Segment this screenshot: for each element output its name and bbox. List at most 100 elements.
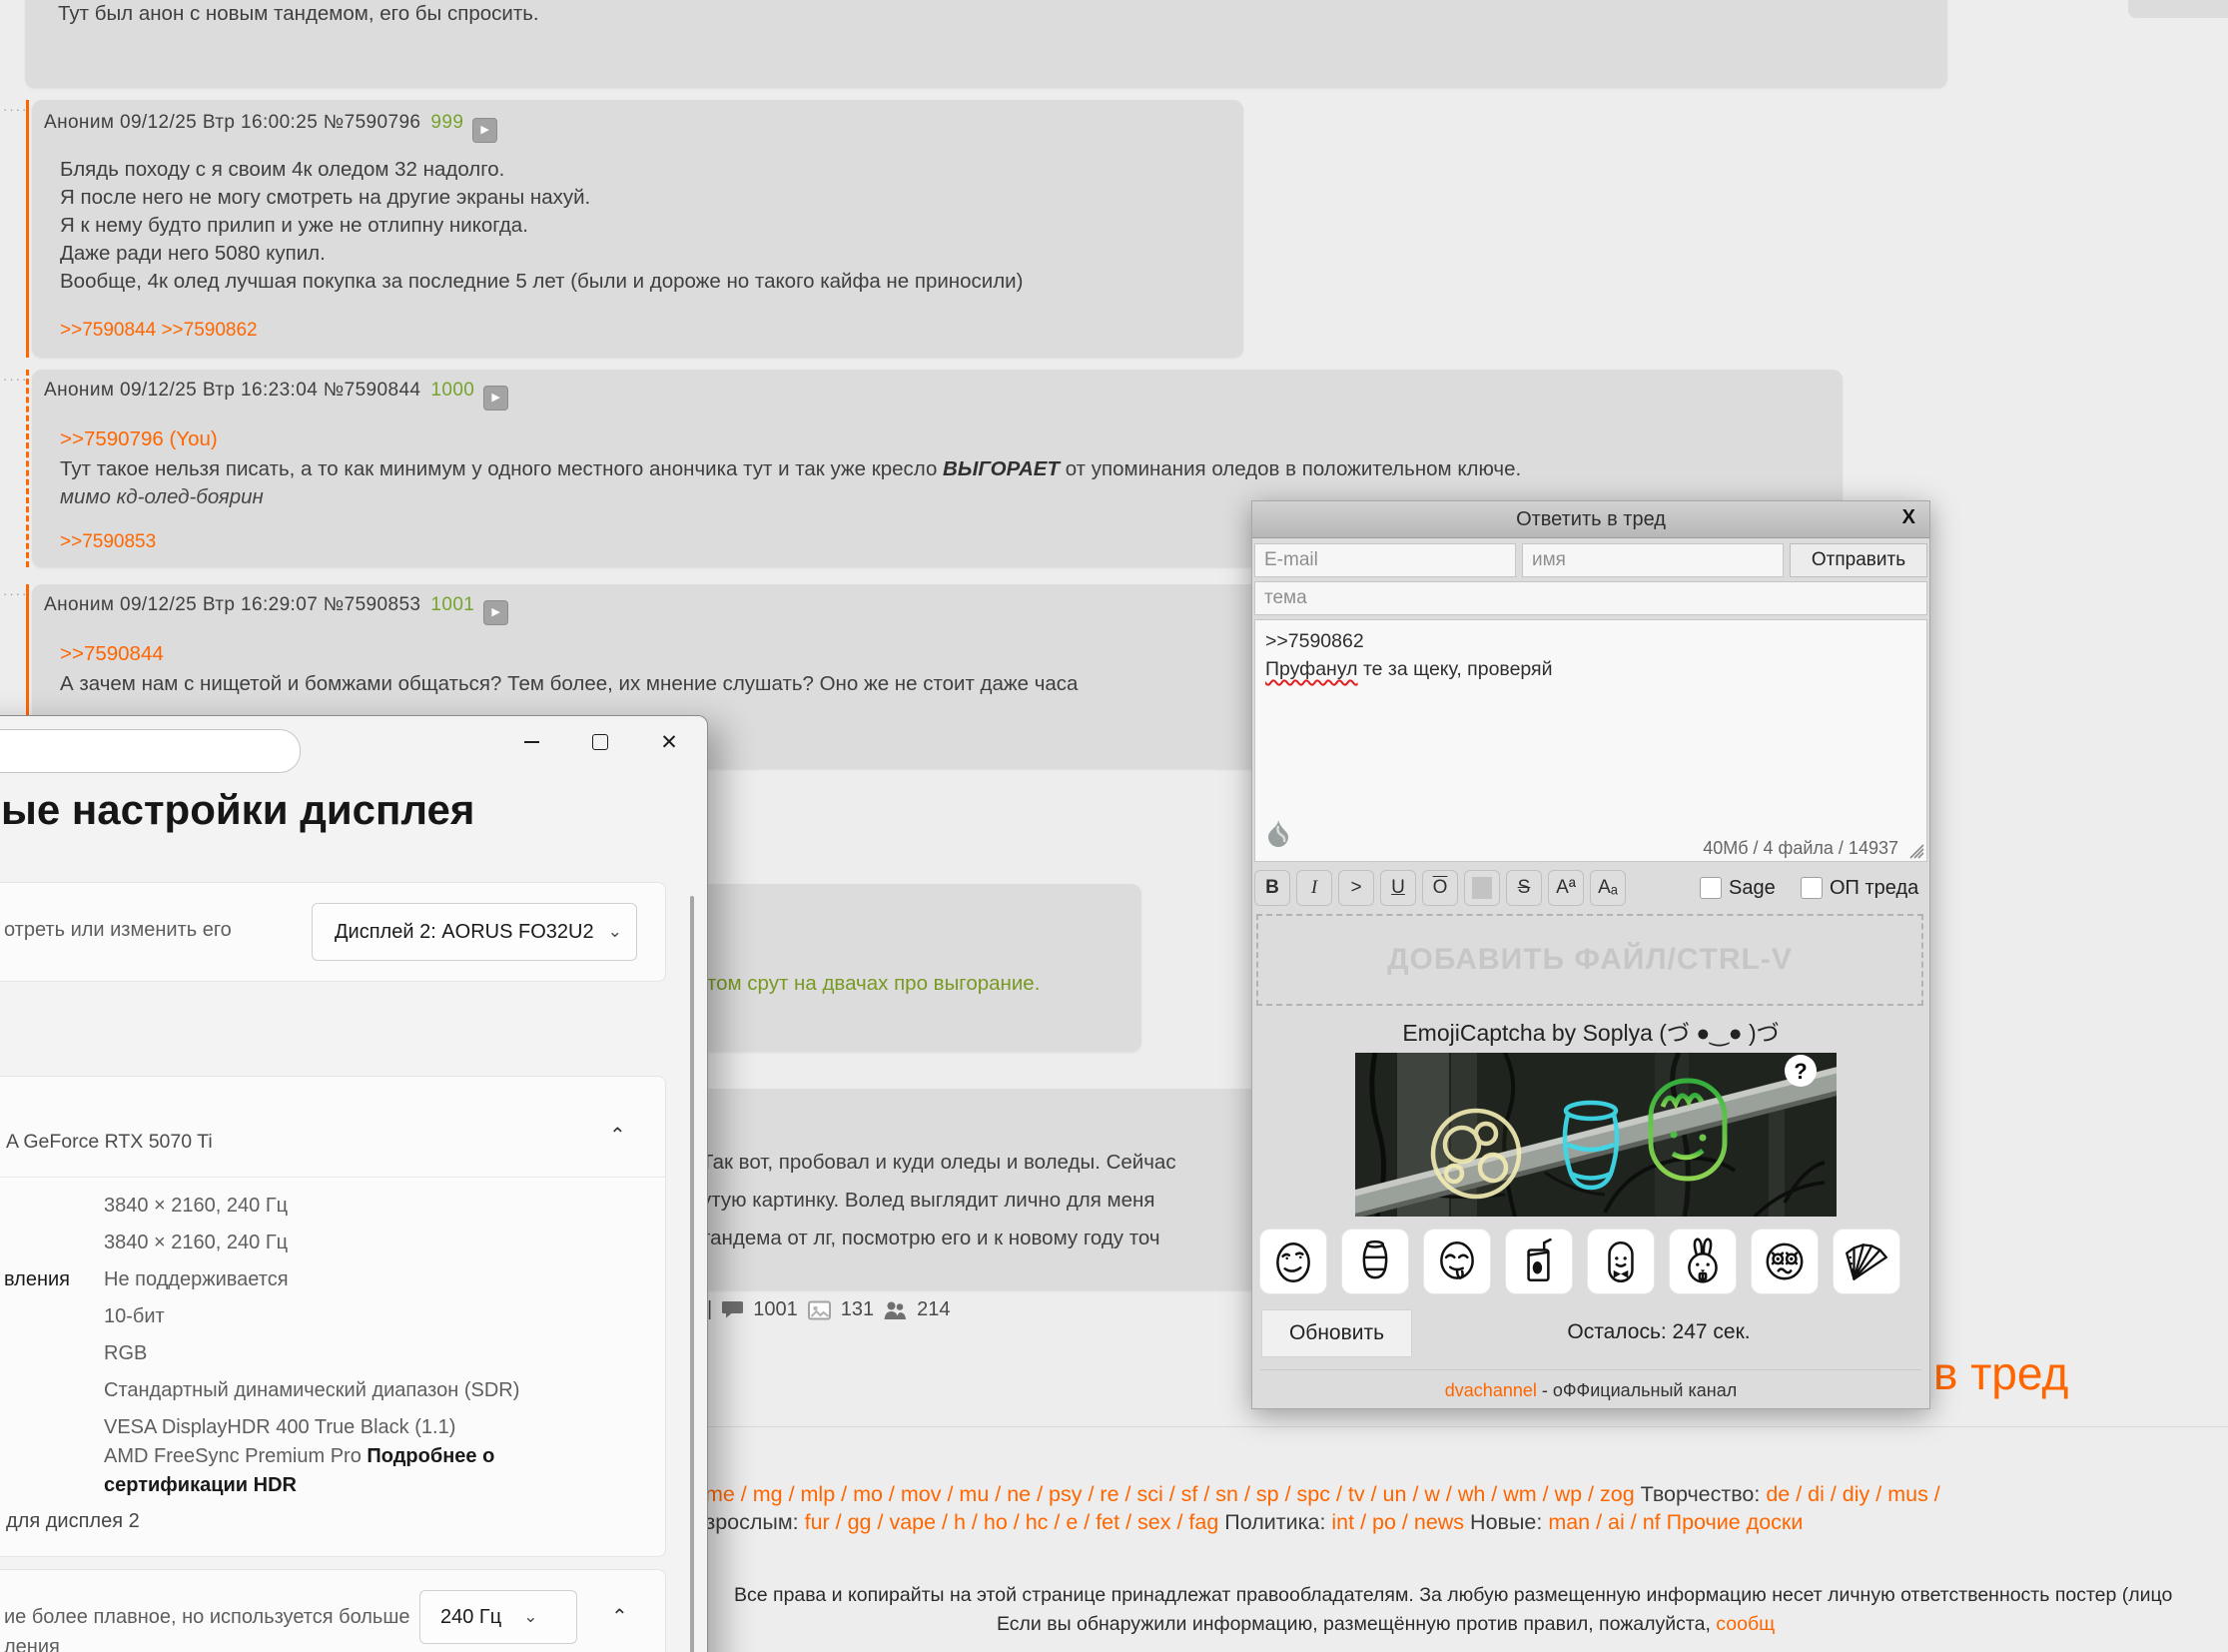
captcha-option-vase[interactable]: [1342, 1230, 1408, 1293]
post-reply-links[interactable]: >>7590853: [60, 531, 156, 553]
file-limits-info: 40Мб / 4 файла / 14937: [1703, 838, 1898, 858]
display-select-value: Дисплей 2: AORUS FO32U2: [335, 920, 594, 943]
bold-button[interactable]: B: [1254, 870, 1290, 906]
add-file-dropzone[interactable]: ДОБАВИТЬ ФАЙЛ/CTRL-V: [1256, 914, 1923, 1006]
post-signature: мимо кд-олед-боярин: [60, 485, 264, 508]
captcha-option-accordion[interactable]: [1834, 1230, 1899, 1293]
board-link-group[interactable]: de / di / diy / mus /: [1766, 1482, 1939, 1506]
chevron-down-icon: ⌄: [523, 1607, 538, 1626]
underline-button[interactable]: U: [1380, 870, 1416, 906]
settings-scrollbar[interactable]: [690, 896, 694, 1652]
post-text: А зачем нам с нищетой и бомжами общаться…: [60, 672, 1079, 695]
resize-grip-icon[interactable]: [1904, 839, 1924, 859]
info-label: вления: [3, 1268, 70, 1290]
board-link-group[interactable]: / me / mg / mlp / mo / mov / mu / ne / p…: [693, 1482, 1635, 1506]
close-button[interactable]: ✕: [646, 724, 692, 760]
popup-footer-divider: [1260, 1369, 1921, 1370]
settings-page-title: ые настройки дисплея: [1, 786, 475, 833]
superscript-button[interactable]: Aª: [1548, 870, 1584, 906]
captcha-emoji-cookie: [1430, 1108, 1522, 1200]
display-info-card: A GeForce RTX 5070 Ti ⌃ 3840 × 2160, 240…: [0, 1076, 666, 1557]
captcha-option-figure-with-bow-tie[interactable]: [1588, 1230, 1654, 1293]
post-text: Так вот, пробовал и куди оледы и воледы.…: [701, 1151, 1176, 1174]
popup-footer: dvachannel - оФФициальный канал: [1252, 1380, 1929, 1401]
board-links-line2: Взрослым: fur / gg / vape / h / ho / hc …: [691, 1510, 1803, 1535]
board-link-group[interactable]: Прочие доски: [1661, 1510, 1804, 1534]
images-icon: [807, 1300, 831, 1319]
captcha-image[interactable]: ?: [1355, 1053, 1837, 1217]
hdr-cert-link[interactable]: Подробнее о: [367, 1445, 494, 1467]
post-header-text: Аноним 09/12/25 Втр 16:23:04 №7590844: [44, 380, 421, 401]
captcha-timer: Осталось: 247 сек.: [1567, 1320, 1751, 1343]
captcha-option-clown-mask[interactable]: [1752, 1230, 1818, 1293]
freesync-row: AMD FreeSync Premium Pro Подробнее о: [104, 1445, 494, 1468]
play-button-icon[interactable]: ▶: [472, 118, 498, 143]
post-text: Я к нему будто прилип и уже не отлипну н…: [60, 214, 528, 237]
board-link-group[interactable]: man / ai / nf: [1548, 1510, 1660, 1534]
post-text: тандема от лг, посмотрю его и к новому г…: [701, 1227, 1160, 1249]
strikethrough-button[interactable]: S: [1506, 870, 1542, 906]
board-link-group[interactable]: int / po / news: [1331, 1510, 1464, 1534]
post-fragment-top-right: [2128, 0, 2228, 18]
freesync-value: AMD FreeSync Premium Pro: [104, 1445, 368, 1467]
minimize-button[interactable]: [508, 724, 554, 760]
post-header-text: Аноним 09/12/25 Втр 16:00:25 №7590796: [44, 112, 421, 133]
dvachannel-link[interactable]: dvachannel: [1445, 1380, 1537, 1400]
hdr-cert-link-line2[interactable]: сертификации HDR: [104, 1474, 297, 1497]
name-field[interactable]: [1522, 543, 1784, 577]
overline-button[interactable]: O: [1422, 870, 1458, 906]
subject-field[interactable]: [1254, 581, 1927, 615]
italic-button[interactable]: I: [1296, 870, 1332, 906]
submit-button[interactable]: Отправить: [1790, 543, 1927, 577]
report-link[interactable]: сообщ: [1716, 1613, 1775, 1635]
captcha-refresh-button[interactable]: Обновить: [1261, 1309, 1412, 1357]
quote-link[interactable]: >>7590796 (You): [60, 427, 218, 451]
post-reply-links[interactable]: >>7590844 >>7590862: [60, 320, 258, 342]
subscript-button[interactable]: Aₐ: [1590, 870, 1626, 906]
post-text: Блядь походу с я своим 4к оледом 32 надо…: [60, 158, 505, 181]
play-button-icon[interactable]: ▶: [483, 600, 509, 625]
adapter-properties-link[interactable]: для дисплея 2: [6, 1510, 140, 1533]
comment-textarea[interactable]: >>7590862 Пруфанул те за щеку, проверяй …: [1254, 619, 1927, 862]
popup-close-icon[interactable]: X: [1902, 506, 1915, 529]
posters-icon: [884, 1301, 907, 1319]
post-header: Аноним 09/12/25 Втр 16:00:25 №7590796 999…: [44, 112, 498, 143]
collapse-chevron-icon[interactable]: ⌃: [609, 1123, 626, 1148]
captcha-option-smirking-face[interactable]: [1260, 1230, 1326, 1293]
refresh-rate-dropdown[interactable]: 240 Гц ⌄: [419, 1590, 577, 1644]
quote-button[interactable]: >: [1338, 870, 1374, 906]
display-select-dropdown[interactable]: Дисплей 2: AORUS FO32U2 ⌄: [312, 903, 637, 961]
close-icon: ✕: [660, 730, 678, 754]
maximize-button[interactable]: [577, 724, 623, 760]
spoiler-button[interactable]: [1464, 870, 1500, 906]
post-count: 999: [430, 112, 464, 133]
op-label: ОП треда: [1830, 877, 1919, 899]
board-category-label: Творчество:: [1634, 1482, 1767, 1506]
play-button-icon[interactable]: ▶: [483, 386, 509, 411]
email-field[interactable]: [1254, 543, 1516, 577]
post-header: Аноним 09/12/25 Втр 16:29:07 №7590853 100…: [44, 594, 509, 625]
captcha-option-rabbit-face[interactable]: [1670, 1230, 1736, 1293]
reply-popup-titlebar[interactable]: Ответить в тред X: [1252, 501, 1929, 538]
info-value: 3840 × 2160, 240 Гц: [104, 1232, 289, 1253]
captcha-help-icon[interactable]: ?: [1785, 1055, 1817, 1087]
board-category-label: Новые:: [1464, 1510, 1549, 1534]
collapse-chevron-icon[interactable]: ⌃: [611, 1604, 628, 1629]
op-checkbox[interactable]: [1801, 877, 1823, 899]
captcha-option-drooling-face[interactable]: [1424, 1230, 1490, 1293]
settings-search-input[interactable]: [0, 729, 301, 773]
post-text: Я после него не могу смотреть на другие …: [60, 186, 591, 209]
info-value: RGB: [104, 1342, 148, 1364]
maximize-icon: [592, 734, 608, 750]
captcha-title: EmojiCaptcha by Soplya (づ ●‿● )づ: [1402, 1020, 1780, 1046]
post-top-partial: что были разрывы кадра, в то время как п…: [25, 0, 1947, 88]
board-link-group[interactable]: fur / gg / vape / h / ho / hc / e / fet …: [805, 1510, 1219, 1534]
sage-checkbox[interactable]: [1700, 877, 1722, 899]
comment-line2-rest: те за щеку, проверяй: [1357, 658, 1553, 680]
captcha-option-juice-box[interactable]: [1506, 1230, 1572, 1293]
quote-link[interactable]: >>7590844: [60, 642, 164, 666]
display-select-card: отреть или изменить его Дисплей 2: AORUS…: [0, 882, 666, 982]
post-text-span: Тут такое нельзя писать, а то как миниму…: [60, 457, 944, 480]
info-value: 10-бит: [104, 1305, 165, 1327]
reply-to-thread-link[interactable]: в тред: [1933, 1346, 2068, 1400]
